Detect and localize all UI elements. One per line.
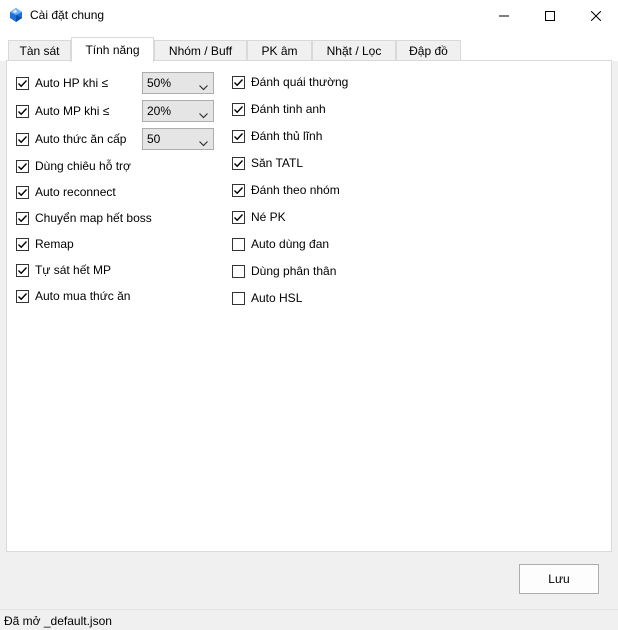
maximize-icon bbox=[545, 10, 555, 21]
tab-page-tinh-nang: Auto HP khi ≤ 50% Auto MP khi ≤ 20% Auto… bbox=[6, 60, 612, 552]
status-text: Đã mở _default.json bbox=[4, 614, 112, 628]
checkmark-icon bbox=[234, 105, 244, 113]
option-auto-reconnect[interactable]: Auto reconnect bbox=[16, 183, 116, 201]
option-auto-use-pill[interactable]: Auto dùng đan bbox=[232, 235, 329, 253]
checkmark-icon bbox=[18, 240, 28, 248]
save-button[interactable]: Lưu bbox=[519, 564, 599, 594]
checkbox[interactable] bbox=[16, 185, 29, 199]
chevron-down-icon bbox=[199, 108, 208, 122]
tab-strip: Tàn sát Tính năng Nhóm / Buff PK âm Nhặt… bbox=[0, 31, 618, 62]
chevron-down-icon bbox=[199, 136, 208, 150]
checkbox[interactable] bbox=[232, 237, 245, 251]
option-remap[interactable]: Remap bbox=[16, 235, 74, 253]
option-auto-hp[interactable]: Auto HP khi ≤ bbox=[16, 74, 108, 92]
checkbox[interactable] bbox=[232, 156, 245, 170]
option-label: Dùng phân thân bbox=[251, 264, 337, 278]
option-label: Săn TATL bbox=[251, 156, 304, 170]
option-normal-monsters[interactable]: Đánh quái thường bbox=[232, 73, 348, 91]
option-boss-monsters[interactable]: Đánh thủ lĩnh bbox=[232, 127, 322, 145]
tab-tan-sat[interactable]: Tàn sát bbox=[8, 40, 71, 61]
combo-value: 50 bbox=[147, 132, 161, 146]
checkbox[interactable] bbox=[232, 129, 245, 143]
option-label: Chuyển map hết boss bbox=[35, 211, 152, 225]
option-label: Đánh quái thường bbox=[251, 75, 349, 89]
checkmark-icon bbox=[18, 214, 28, 222]
option-suicide-no-mp[interactable]: Tự sát hết MP bbox=[16, 261, 111, 279]
option-label: Né PK bbox=[251, 210, 286, 224]
checkmark-icon bbox=[234, 132, 244, 140]
close-icon bbox=[591, 10, 601, 21]
checkmark-icon bbox=[18, 292, 28, 300]
checkmark-icon bbox=[234, 78, 244, 86]
option-use-clone[interactable]: Dùng phân thân bbox=[232, 262, 336, 280]
checkmark-icon bbox=[234, 186, 244, 194]
app-gem-icon bbox=[8, 7, 24, 23]
option-label: Auto dùng đan bbox=[251, 237, 330, 251]
option-label: Tự sát hết MP bbox=[35, 263, 112, 277]
option-label: Auto mua thức ăn bbox=[35, 289, 131, 303]
status-bar: Đã mở _default.json bbox=[0, 609, 618, 630]
checkmark-icon bbox=[18, 162, 28, 170]
option-label: Remap bbox=[35, 237, 74, 251]
checkmark-icon bbox=[18, 188, 28, 196]
option-elite-monsters[interactable]: Đánh tinh anh bbox=[232, 100, 326, 118]
hp-threshold-combo[interactable]: 50% bbox=[142, 72, 214, 94]
combo-value: 50% bbox=[147, 76, 172, 90]
tab-tinh-nang[interactable]: Tính năng bbox=[71, 37, 154, 62]
chevron-down-icon bbox=[199, 80, 208, 94]
option-label: Auto MP khi ≤ bbox=[35, 104, 110, 118]
option-change-map-no-boss[interactable]: Chuyển map hết boss bbox=[16, 209, 152, 227]
option-auto-buy-food[interactable]: Auto mua thức ăn bbox=[16, 287, 130, 305]
checkmark-icon bbox=[18, 107, 28, 115]
checkbox[interactable] bbox=[16, 263, 29, 277]
checkbox[interactable] bbox=[16, 159, 29, 173]
checkmark-icon bbox=[18, 135, 28, 143]
option-auto-mp[interactable]: Auto MP khi ≤ bbox=[16, 102, 109, 120]
option-label: Auto thức ăn cấp bbox=[35, 132, 127, 146]
checkmark-icon bbox=[234, 159, 244, 167]
checkbox[interactable] bbox=[232, 102, 245, 116]
tab-nhom-buff[interactable]: Nhóm / Buff bbox=[154, 40, 247, 61]
checkbox[interactable] bbox=[16, 76, 29, 90]
tab-nhat-loc[interactable]: Nhặt / Lọc bbox=[312, 40, 396, 61]
close-button[interactable] bbox=[573, 0, 618, 31]
checkbox[interactable] bbox=[16, 289, 29, 303]
maximize-button[interactable] bbox=[527, 0, 573, 31]
option-label: Auto HSL bbox=[251, 291, 303, 305]
checkbox[interactable] bbox=[16, 237, 29, 251]
option-label: Đánh thủ lĩnh bbox=[251, 129, 323, 143]
option-label: Dùng chiêu hỗ trợ bbox=[35, 159, 131, 173]
option-avoid-pk[interactable]: Né PK bbox=[232, 208, 286, 226]
checkmark-icon bbox=[18, 266, 28, 274]
checkbox[interactable] bbox=[232, 183, 245, 197]
option-auto-food-level[interactable]: Auto thức ăn cấp bbox=[16, 130, 126, 148]
checkmark-icon bbox=[18, 79, 28, 87]
minimize-button[interactable] bbox=[481, 0, 527, 31]
option-fight-with-party[interactable]: Đánh theo nhóm bbox=[232, 181, 340, 199]
option-support-skill[interactable]: Dùng chiêu hỗ trợ bbox=[16, 157, 131, 175]
tab-dap-do[interactable]: Đập đồ bbox=[396, 40, 461, 61]
checkmark-icon bbox=[234, 213, 244, 221]
checkbox[interactable] bbox=[16, 104, 29, 118]
checkbox[interactable] bbox=[232, 210, 245, 224]
combo-value: 20% bbox=[147, 104, 172, 118]
checkbox[interactable] bbox=[232, 291, 245, 305]
settings-window: Cài đặt chung Tàn sát Tính năng Nhóm / B… bbox=[0, 0, 618, 630]
option-label: Auto HP khi ≤ bbox=[35, 76, 109, 90]
checkbox[interactable] bbox=[232, 264, 245, 278]
checkbox[interactable] bbox=[232, 75, 245, 89]
checkbox[interactable] bbox=[16, 211, 29, 225]
checkbox[interactable] bbox=[16, 132, 29, 146]
tab-pk-am[interactable]: PK âm bbox=[247, 40, 312, 61]
food-level-combo[interactable]: 50 bbox=[142, 128, 214, 150]
option-label: Auto reconnect bbox=[35, 185, 116, 199]
mp-threshold-combo[interactable]: 20% bbox=[142, 100, 214, 122]
option-label: Đánh theo nhóm bbox=[251, 183, 340, 197]
title-bar[interactable]: Cài đặt chung bbox=[0, 0, 618, 31]
window-title: Cài đặt chung bbox=[30, 8, 105, 22]
option-hunt-tatl[interactable]: Săn TATL bbox=[232, 154, 303, 172]
minimize-icon bbox=[499, 11, 509, 21]
option-auto-hsl[interactable]: Auto HSL bbox=[232, 289, 302, 307]
option-label: Đánh tinh anh bbox=[251, 102, 326, 116]
